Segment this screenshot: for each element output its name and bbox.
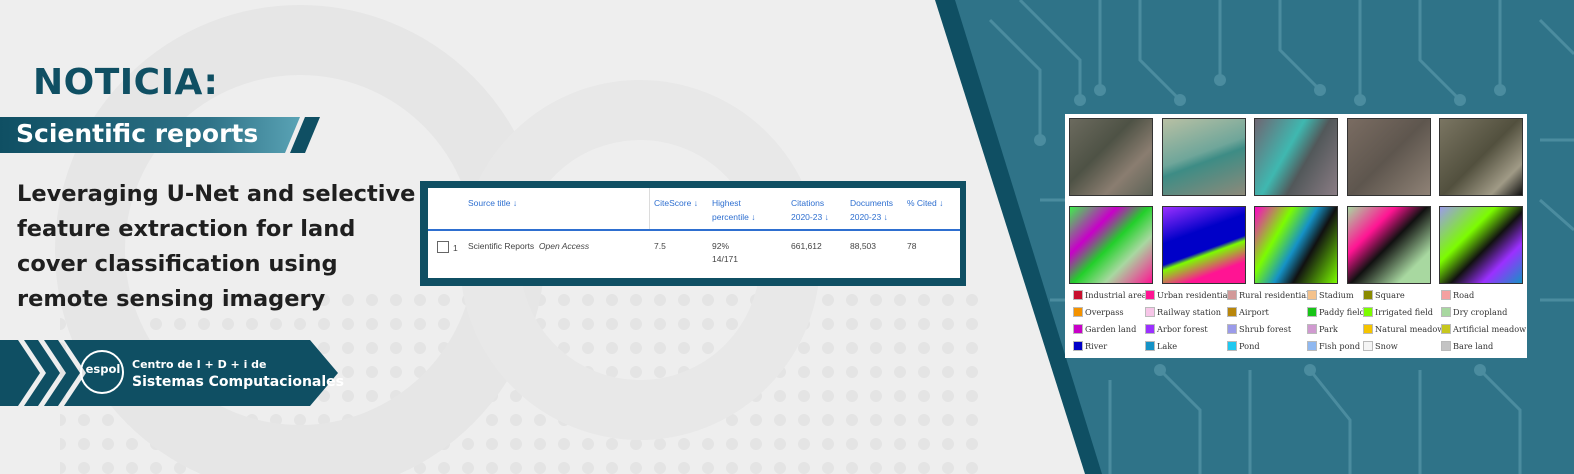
satellite-image — [1347, 118, 1431, 196]
citescore-table: Source title ↓ CiteScore ↓ Highest percen… — [428, 188, 960, 278]
classification-map — [1069, 206, 1153, 284]
arrow-down-icon: ↓ — [693, 198, 698, 208]
header-citescore[interactable]: CiteScore ↓ — [654, 196, 698, 210]
satellite-image — [1439, 118, 1523, 196]
center-name-line1: Centro de I + D + i de — [132, 358, 267, 371]
article-title-line: feature extraction for land — [17, 216, 356, 242]
open-access-label: Open Access — [538, 241, 590, 251]
arrow-down-icon: ↓ — [512, 198, 518, 208]
legend-swatch — [1227, 341, 1237, 351]
article-title: Leveraging U-Net and selective feature e… — [17, 177, 417, 317]
legend-label: Industrial area — [1085, 290, 1147, 300]
legend-swatch — [1363, 290, 1373, 300]
legend-swatch — [1227, 290, 1237, 300]
legend-swatch — [1073, 290, 1083, 300]
legend-swatch — [1363, 307, 1373, 317]
legend-label: Square — [1375, 290, 1405, 300]
legend-swatch — [1441, 307, 1451, 317]
legend-label: Paddy field — [1319, 307, 1365, 317]
legend-swatch — [1073, 307, 1083, 317]
legend-swatch — [1145, 341, 1155, 351]
center-badge — [0, 340, 338, 406]
legend-label: Arbor forest — [1157, 324, 1208, 334]
legend-swatch — [1441, 290, 1451, 300]
satellite-image — [1254, 118, 1338, 196]
article-title-line: remote sensing imagery — [17, 286, 326, 312]
legend-swatch — [1307, 307, 1317, 317]
legend-label: Bare land — [1453, 341, 1494, 351]
legend-swatch — [1145, 290, 1155, 300]
classification-map — [1254, 206, 1338, 284]
news-heading: NOTICIA: — [33, 62, 219, 103]
legend-label: Rural residential — [1239, 290, 1309, 300]
header-underline — [428, 229, 960, 231]
row-checkbox[interactable] — [437, 241, 449, 253]
legend-label: Lake — [1157, 341, 1178, 351]
legend-label: Overpass — [1085, 307, 1124, 317]
legend-swatch — [1363, 324, 1373, 334]
row-source-title[interactable]: Scientific Reports Open Access — [468, 240, 589, 253]
legend-swatch — [1441, 324, 1451, 334]
header-source-title[interactable]: Source title ↓ — [468, 196, 517, 210]
legend-label: Irrigated field — [1375, 307, 1433, 317]
legend-label: Fish pond — [1319, 341, 1361, 351]
legend-label: Artificial meadow — [1453, 324, 1527, 334]
row-citations: 661,612 — [791, 241, 822, 251]
arrow-down-icon: ↓ — [883, 212, 888, 222]
legend-label: Park — [1319, 324, 1338, 334]
header-documents[interactable]: Documents 2020-23 ↓ — [850, 196, 893, 224]
row-documents: 88,503 — [850, 241, 876, 251]
journal-name: Scientific reports — [16, 119, 259, 148]
satellite-image — [1162, 118, 1246, 196]
legend-swatch — [1307, 324, 1317, 334]
legend-label: Pond — [1239, 341, 1260, 351]
classification-map — [1162, 206, 1246, 284]
header-percentile[interactable]: Highest percentile ↓ — [712, 196, 755, 224]
satellite-image — [1069, 118, 1153, 196]
legend-swatch — [1307, 341, 1317, 351]
legend-label: River — [1085, 341, 1108, 351]
classification-map — [1347, 206, 1431, 284]
land-cover-figure: Industrial area Urban residential Rural … — [1065, 114, 1527, 358]
legend-label: Garden land — [1085, 324, 1137, 334]
legend-label: Dry cropland — [1453, 307, 1508, 317]
espol-logo-text: espol — [85, 362, 121, 376]
legend-label: Airport — [1239, 307, 1269, 317]
legend-swatch — [1073, 341, 1083, 351]
legend-label: Snow — [1375, 341, 1398, 351]
center-name-line2: Sistemas Computacionales — [132, 374, 345, 390]
legend-swatch — [1073, 324, 1083, 334]
row-percentile: 92% 14/171 — [712, 241, 738, 264]
legend-swatch — [1227, 307, 1237, 317]
row-index: 1 — [453, 243, 458, 253]
arrow-down-icon: ↓ — [824, 212, 829, 222]
legend-swatch — [1307, 290, 1317, 300]
banner: NOTICIA: Scientific reports Leveraging U… — [0, 0, 1574, 474]
legend-swatch — [1363, 341, 1373, 351]
legend-swatch — [1227, 324, 1237, 334]
row-cited: 78 — [907, 241, 917, 251]
header-citations[interactable]: Citations 2020-23 ↓ — [791, 196, 829, 224]
legend-swatch — [1145, 307, 1155, 317]
legend-label: Railway station — [1157, 307, 1222, 317]
row-citescore: 7.5 — [654, 241, 666, 251]
legend-swatch — [1441, 341, 1451, 351]
column-divider — [649, 188, 650, 229]
legend-label: Road — [1453, 290, 1475, 300]
legend-label: Shrub forest — [1239, 324, 1292, 334]
legend-label: Urban residential — [1157, 290, 1231, 300]
citescore-table-card: Source title ↓ CiteScore ↓ Highest percen… — [420, 181, 966, 286]
arrow-down-icon: ↓ — [939, 198, 944, 208]
article-title-line: cover classification using — [17, 251, 338, 277]
arrow-down-icon: ↓ — [751, 212, 756, 222]
article-title-line: Leveraging U-Net and selective — [17, 181, 416, 207]
legend-swatch — [1145, 324, 1155, 334]
classification-map — [1439, 206, 1523, 284]
legend-label: Natural meadow — [1375, 324, 1445, 334]
header-cited[interactable]: % Cited ↓ — [907, 196, 943, 210]
legend-label: Stadium — [1319, 290, 1354, 300]
